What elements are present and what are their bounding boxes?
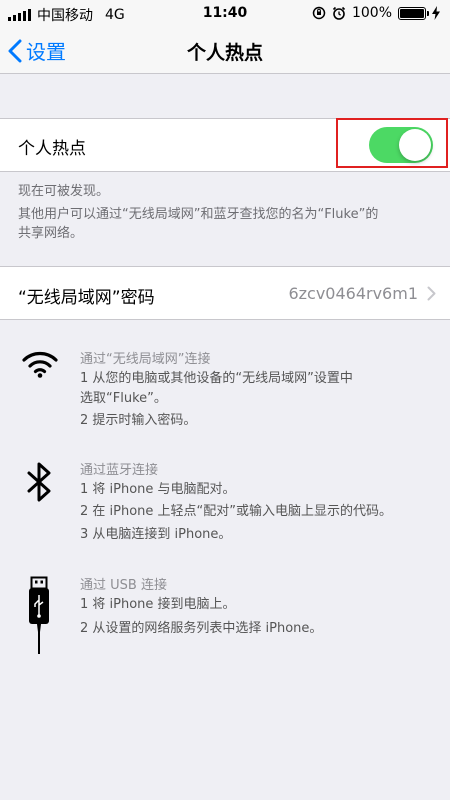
usb-cable-icon [29,576,49,654]
discoverable-note: 现在可被发现。 其他用户可以通过“无线局域网”和蓝牙查找您的名为“Fluke”的… [18,182,438,243]
bluetooth-step-2: 2 在 iPhone 上轻点“配对”或输入电脑上显示的代码。 [80,504,393,519]
usb-step-2: 2 从设置的网络服务列表中选择 iPhone。 [80,621,323,636]
navigation-bar: 设置 个人热点 [0,28,450,74]
wifi-step-1-line-2: 选取“Fluke”。 [80,391,167,406]
usb-step-1: 1 将 iPhone 接到电脑上。 [80,597,236,612]
discoverable-line-1: 现在可被发现。 [18,184,110,199]
wifi-connect-step-2: 2 提示时输入密码。 [80,413,197,428]
wifi-connect-step-1: 1 从您的电脑或其他设备的“无线局域网”设置中 选取“Fluke”。 [80,369,353,409]
wifi-connect-title: 通过“无线局域网”连接 [80,352,211,367]
battery-icon [398,6,429,20]
toggle-knob [399,129,431,161]
rotation-lock-icon [312,6,326,20]
status-bar: 中国移动 4G 11:40 100% [0,0,450,28]
charging-icon [432,6,440,20]
wifi-password-label: “无线局域网”密码 [18,288,155,308]
battery-percent: 100% [351,5,392,21]
usb-connect-title: 通过 USB 连接 [80,578,167,593]
status-right: 100% [312,5,440,21]
hotspot-label: 个人热点 [18,139,86,159]
wifi-password-value: 6zcv0464rv6m1 [288,284,418,303]
bluetooth-step-3: 3 从电脑连接到 iPhone。 [80,527,232,542]
wifi-step-1-line-1: 1 从您的电脑或其他设备的“无线局域网”设置中 [80,371,353,386]
bluetooth-icon [27,462,51,502]
discoverable-line-2: 其他用户可以通过“无线局域网”和蓝牙查找您的名为“Fluke”的 [18,207,379,222]
wifi-password-row[interactable]: “无线局域网”密码 6zcv0464rv6m1 [0,266,450,320]
chevron-right-icon [427,286,436,301]
alarm-icon [332,6,346,20]
hotspot-toggle[interactable] [369,127,433,163]
bluetooth-step-1: 1 将 iPhone 与电脑配对。 [80,482,236,497]
wifi-icon [22,352,58,378]
page-title: 个人热点 [186,42,263,64]
bluetooth-connect-title: 通过蓝牙连接 [80,463,159,478]
discoverable-line-3: 共享网络。 [18,226,84,241]
